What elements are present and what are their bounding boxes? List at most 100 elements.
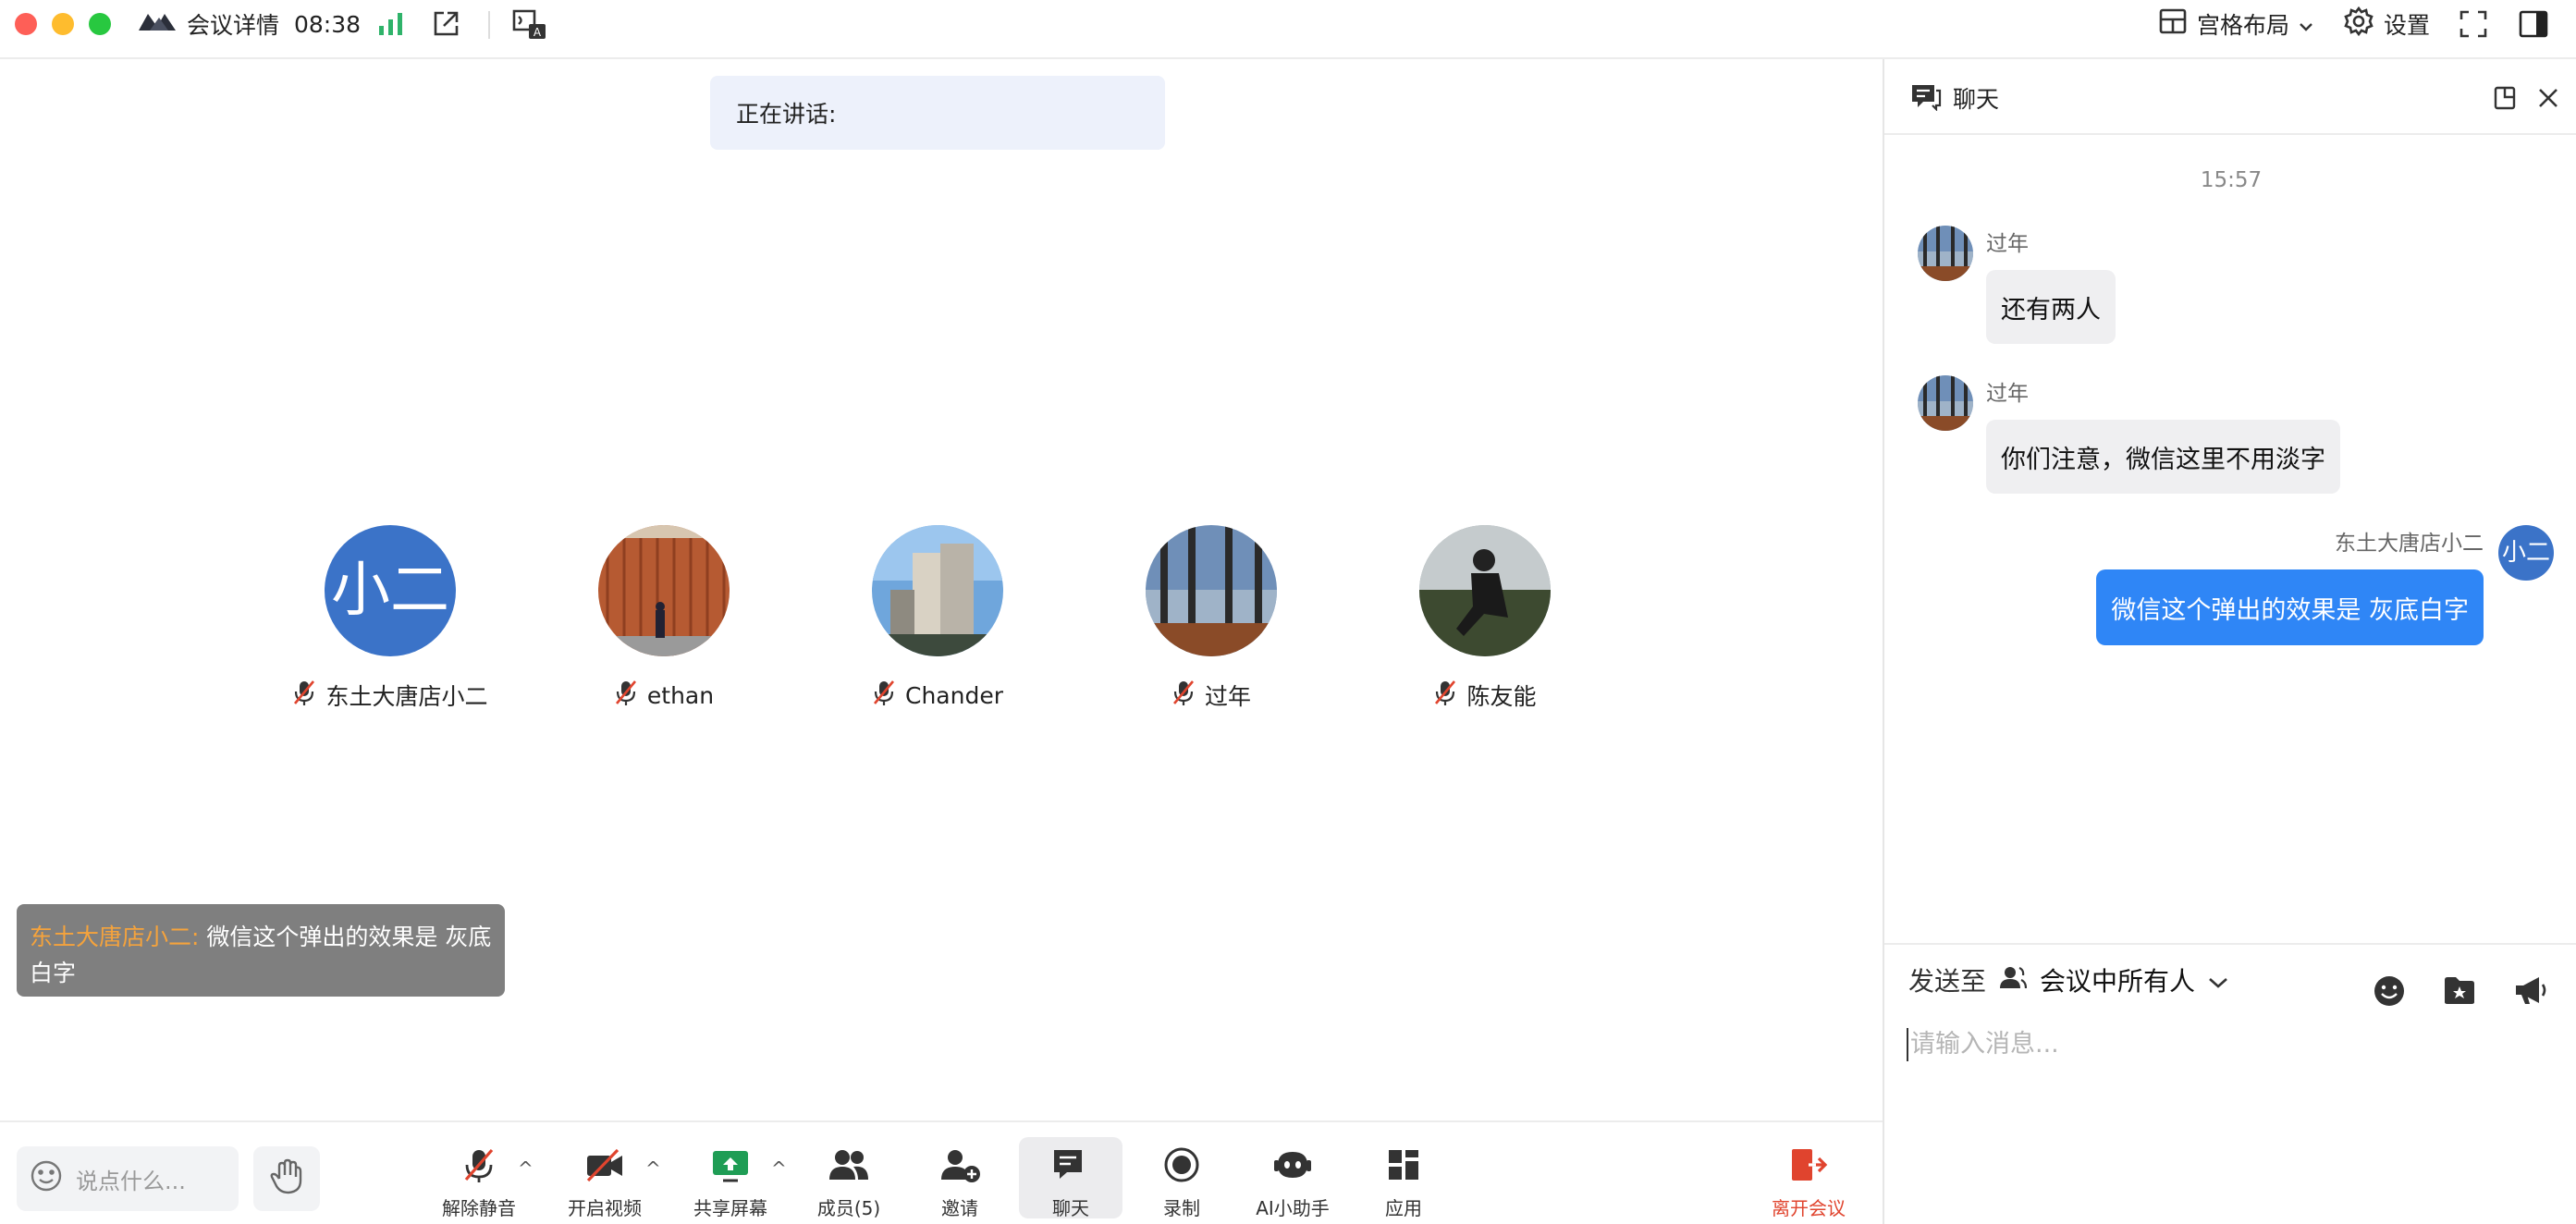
participant-name: ethan <box>646 681 715 709</box>
pop-out-icon[interactable] <box>431 0 460 48</box>
chat-title: 聊天 <box>1953 86 2000 113</box>
send-to-selector[interactable]: 发送至 会议中所有人 <box>1908 961 2228 998</box>
toggle-sidebar-icon[interactable] <box>2519 0 2548 48</box>
members-label: 成员(5) <box>816 1197 881 1219</box>
message-bubble[interactable]: 你们注意，微信这里不用淡字 <box>1986 420 2340 494</box>
network-signal-icon[interactable] <box>377 0 405 48</box>
message-bubble[interactable]: 还有两人 <box>1986 270 2116 344</box>
invite-button[interactable]: 邀请 <box>908 1137 1012 1219</box>
mic-muted-icon <box>872 679 896 712</box>
video-options-caret-icon[interactable]: ^ <box>645 1157 661 1180</box>
raise-hand-icon <box>268 1158 305 1199</box>
record-icon <box>1163 1146 1200 1188</box>
zoom-window-button[interactable] <box>89 13 111 35</box>
apps-button[interactable]: 应用 <box>1352 1137 1455 1219</box>
quick-reaction-input[interactable]: 说点什么... <box>17 1146 239 1211</box>
audio-options-caret-icon[interactable]: ^ <box>518 1157 534 1180</box>
chat-button[interactable]: 聊天 <box>1019 1137 1122 1219</box>
avatar <box>1419 525 1551 656</box>
pop-out-chat-icon[interactable] <box>2493 85 2517 115</box>
meeting-toolbar: 说点什么... 解除静音 ^ 开启视频 ^ 共享屏幕 ^ 成员(5) 邀请 聊天… <box>0 1120 1883 1224</box>
participant-name: 过年 <box>1204 683 1251 710</box>
caption-icon[interactable]: A <box>510 0 547 48</box>
layout-label: 宫格布局 <box>2197 12 2290 39</box>
unmute-label: 解除静音 <box>442 1197 516 1219</box>
chat-header: 聊天 <box>1884 59 2576 135</box>
fullscreen-icon[interactable] <box>2459 0 2487 48</box>
share-screen-button[interactable]: 共享屏幕 <box>679 1137 782 1219</box>
apps-icon <box>1385 1146 1422 1188</box>
participant-tile[interactable]: Chander <box>799 525 1076 712</box>
participant-tile[interactable]: 陈友能 <box>1346 525 1624 712</box>
message-sender: 东土大唐店小二 <box>2335 532 2484 556</box>
chevron-down-icon <box>2208 965 2228 996</box>
participant-name: 东土大唐店小二 <box>325 683 488 710</box>
message-sender: 过年 <box>1986 382 2029 406</box>
mic-muted-icon <box>1171 679 1196 712</box>
app-logo-icon <box>137 8 178 40</box>
avatar <box>872 525 1003 656</box>
settings-label: 设置 <box>2384 12 2431 39</box>
speaking-indicator: 正在讲话: <box>710 76 1165 150</box>
unmute-button[interactable]: 解除静音 <box>427 1137 531 1219</box>
speaking-label: 正在讲话: <box>736 101 837 128</box>
emoji-icon[interactable] <box>2373 974 2406 1011</box>
title-bar: 会议详情 08:38 A 宫格布局 设置 <box>0 0 2576 59</box>
record-button[interactable]: 录制 <box>1130 1137 1233 1219</box>
message-bubble[interactable]: 微信这个弹出的效果是 灰底白字 <box>2096 569 2484 645</box>
chat-input-area: 发送至 会议中所有人 请输入消息... <box>1884 943 2576 1224</box>
chat-notification-toast[interactable]: 东土大唐店小二: 微信这个弹出的效果是 灰底白字 <box>17 904 505 997</box>
layout-dropdown[interactable]: 宫格布局 <box>2158 0 2313 48</box>
close-window-button[interactable] <box>15 13 37 35</box>
grid-layout-icon <box>2158 7 2188 41</box>
mic-muted-icon <box>1433 679 1457 712</box>
record-label: 录制 <box>1163 1197 1200 1219</box>
announcement-icon[interactable] <box>2513 974 2548 1010</box>
smiley-icon <box>30 1159 63 1198</box>
meeting-details-label: 会议详情 <box>187 12 280 39</box>
start-video-button[interactable]: 开启视频 <box>553 1137 656 1219</box>
title-separator <box>488 11 490 39</box>
participant-tile[interactable]: ethan <box>525 525 803 712</box>
chat-icon <box>1050 1146 1091 1188</box>
chat-panel: 聊天 15:57 过年 还有两人 过年 你们注意，微信这里不用淡字 小二 东土大… <box>1883 59 2576 1224</box>
avatar: 小二 <box>325 525 456 656</box>
avatar <box>598 525 730 656</box>
ai-assistant-button[interactable]: AI小助手 <box>1241 1137 1344 1219</box>
participant-name: Chander <box>905 681 1003 709</box>
members-icon <box>828 1146 870 1188</box>
share-screen-label: 共享屏幕 <box>693 1197 767 1219</box>
add-user-icon <box>938 1146 981 1188</box>
ai-assistant-label: AI小助手 <box>1256 1197 1330 1219</box>
chevron-down-icon <box>2299 11 2313 38</box>
avatar <box>1146 525 1277 656</box>
leave-meeting-button[interactable]: 离开会议 <box>1757 1137 1860 1219</box>
svg-text:A: A <box>534 26 542 39</box>
send-to-target: 会议中所有人 <box>2040 966 2196 997</box>
avatar <box>1918 375 1973 431</box>
leave-meeting-label: 离开会议 <box>1772 1197 1846 1219</box>
settings-button[interactable]: 设置 <box>2343 0 2430 48</box>
participant-name: 陈友能 <box>1466 683 1537 710</box>
toast-sender: 东土大唐店小二: <box>30 924 200 950</box>
chat-timestamp: 15:57 <box>2200 168 2263 192</box>
gear-icon <box>2343 6 2374 43</box>
mic-muted-icon <box>614 679 638 712</box>
mic-muted-icon <box>460 1146 497 1188</box>
file-folder-icon[interactable] <box>2443 974 2476 1010</box>
invite-label: 邀请 <box>941 1197 978 1219</box>
start-video-label: 开启视频 <box>568 1197 642 1219</box>
share-options-caret-icon[interactable]: ^ <box>771 1157 787 1180</box>
participant-tile[interactable]: 过年 <box>1073 525 1350 712</box>
robot-icon <box>1272 1146 1313 1188</box>
chat-icon <box>1910 83 1942 115</box>
participant-tile[interactable]: 小二 东土大唐店小二 <box>251 525 529 712</box>
minimize-window-button[interactable] <box>52 13 74 35</box>
exit-icon <box>1788 1146 1829 1188</box>
meeting-details-button[interactable]: 会议详情 <box>137 0 279 48</box>
chat-message-input[interactable]: 请输入消息... <box>1907 1028 2059 1061</box>
members-button[interactable]: 成员(5) <box>797 1137 901 1219</box>
avatar <box>1918 226 1973 281</box>
close-icon[interactable] <box>2537 87 2559 113</box>
raise-hand-button[interactable] <box>253 1146 320 1211</box>
